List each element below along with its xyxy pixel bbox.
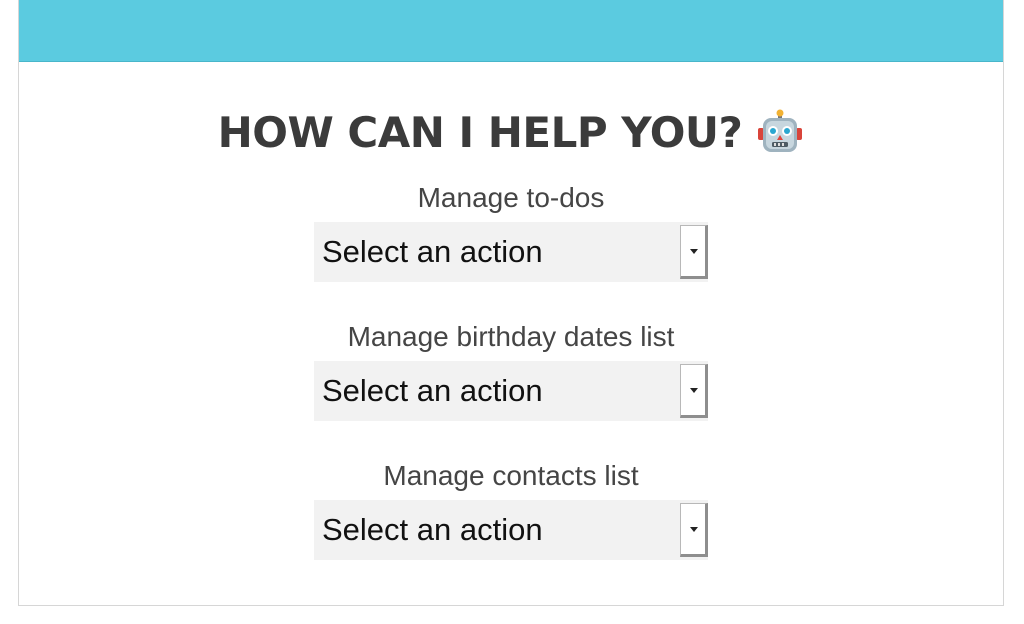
birthdays-section: Manage birthday dates list Select an act… xyxy=(19,317,1003,421)
todos-section: Manage to-dos Select an action xyxy=(19,178,1003,282)
contacts-section: Manage contacts list Select an action xyxy=(19,456,1003,560)
birthdays-select-value: Select an action xyxy=(322,373,543,408)
todos-label: Manage to-dos xyxy=(417,182,605,213)
contacts-select-value: Select an action xyxy=(322,512,543,547)
chevron-down-icon[interactable] xyxy=(680,225,708,279)
todos-action-select[interactable]: Select an action xyxy=(314,222,708,282)
todos-select-value: Select an action xyxy=(322,234,543,269)
birthdays-action-select[interactable]: Select an action xyxy=(314,361,708,421)
chevron-down-icon[interactable] xyxy=(680,503,708,557)
title-row: HOW CAN I HELP YOU? xyxy=(19,100,1003,164)
robot-icon xyxy=(756,108,804,156)
contacts-label: Manage contacts list xyxy=(383,460,639,491)
page-title: HOW CAN I HELP YOU? xyxy=(217,107,743,157)
top-bar xyxy=(19,0,1003,62)
chevron-down-icon[interactable] xyxy=(680,364,708,418)
contacts-action-select[interactable]: Select an action xyxy=(314,500,708,560)
main-card: HOW CAN I HELP YOU? Manage to-dos Select… xyxy=(18,0,1004,606)
birthdays-label: Manage birthday dates list xyxy=(347,321,675,352)
